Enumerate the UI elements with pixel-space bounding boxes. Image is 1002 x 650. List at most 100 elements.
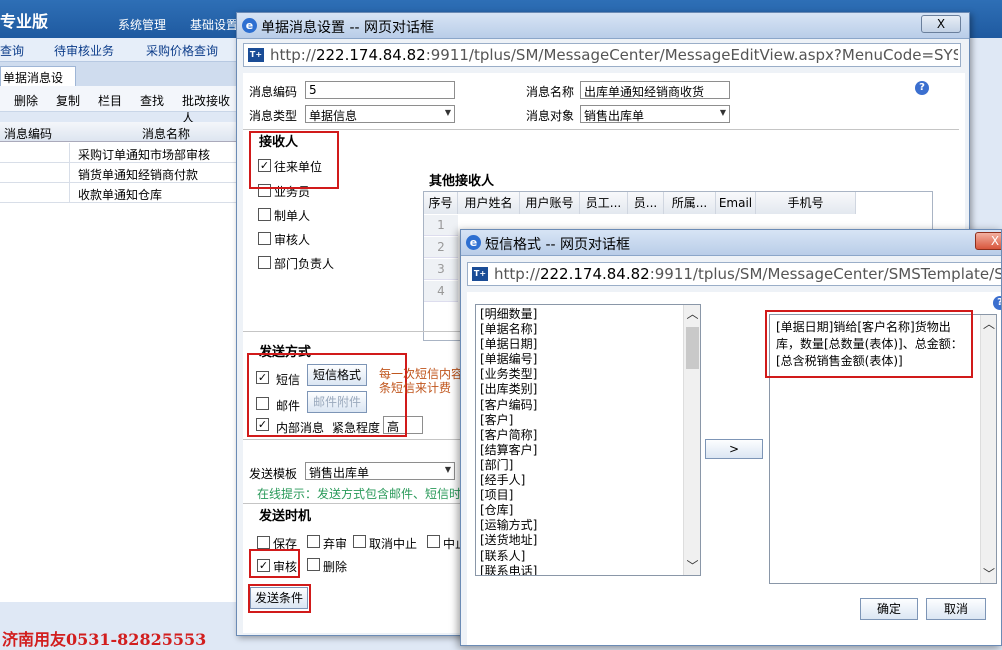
field-listbox[interactable]: [明细数量] [单据名称] [单据日期] [单据编号] [业务类型] [出库类别…: [475, 304, 701, 576]
list-item[interactable]: [单据编号]: [480, 352, 537, 367]
th-employee-2[interactable]: 员...: [628, 192, 664, 214]
th-user-name[interactable]: 用户姓名: [458, 192, 520, 214]
sms-warning-line2: 条短信来计费: [379, 381, 452, 395]
list-item[interactable]: [经手人]: [480, 473, 537, 488]
close-button[interactable]: X: [975, 232, 1001, 250]
receiver-auditor-label: 审核人: [274, 233, 311, 247]
list-item[interactable]: [部门]: [480, 458, 537, 473]
nav-bar: 查询 待审核业务 采购价格查询: [0, 38, 240, 62]
list-item[interactable]: [业务类型]: [480, 367, 537, 382]
dialog-titlebar: e 单据消息设置 -- 网页对话框 X: [237, 13, 969, 39]
list-item[interactable]: [送货地址]: [480, 533, 537, 548]
row-number: 1: [424, 215, 458, 236]
msg-type-select[interactable]: 单据信息: [305, 105, 455, 123]
template-label: 发送模板: [249, 467, 298, 481]
msg-name-field[interactable]: 出库单通知经销商收货: [580, 81, 730, 99]
list-item[interactable]: [客户简称]: [480, 428, 537, 443]
th-email[interactable]: Email: [716, 192, 756, 214]
list-item[interactable]: [联系电话]: [480, 564, 537, 575]
address-bar[interactable]: T+ http://222.174.84.82:9911/tplus/SM/Me…: [467, 262, 1002, 286]
col-msg-code[interactable]: 消息编码: [4, 125, 52, 142]
scroll-thumb[interactable]: [686, 327, 699, 369]
list-item[interactable]: [仓库]: [480, 503, 537, 518]
list-item[interactable]: [单据日期]: [480, 337, 537, 352]
menu-system[interactable]: 系统管理: [118, 16, 166, 33]
nav-pending-audit[interactable]: 待审核业务: [54, 42, 114, 59]
timing-delete-checkbox[interactable]: [307, 558, 320, 571]
list-scrollbar[interactable]: ︿ ﹀: [683, 305, 700, 575]
list-item[interactable]: [客户编码]: [480, 398, 537, 413]
add-field-button[interactable]: >: [705, 439, 763, 459]
field-list: [明细数量] [单据名称] [单据日期] [单据编号] [业务类型] [出库类别…: [480, 307, 537, 575]
batch-receiver-button[interactable]: 批改接收人: [182, 92, 240, 126]
dialog-titlebar: e 短信格式 -- 网页对话框 X: [461, 230, 1001, 256]
timing-delete-label: 删除: [323, 560, 348, 574]
list-item[interactable]: [客户]: [480, 413, 537, 428]
th-mobile[interactable]: 手机号: [756, 192, 856, 214]
msg-target-label: 消息对象: [526, 109, 575, 123]
online-tip: 在线提示：发送方式包含邮件、短信时: [257, 487, 462, 501]
receiver-creator-label: 制单人: [274, 209, 311, 223]
msg-code-field[interactable]: 5: [305, 81, 455, 99]
app-toolbar: 删除 复制 栏目 查找 批改接收人: [0, 86, 240, 125]
table-row[interactable]: 收款单通知仓库: [0, 183, 240, 203]
scroll-down-icon[interactable]: ﹀: [684, 557, 700, 575]
row-number: 4: [424, 281, 458, 302]
nav-purchase-price[interactable]: 采购价格查询: [146, 42, 218, 59]
ok-button[interactable]: 确定: [860, 598, 918, 620]
ie-icon: e: [242, 18, 257, 33]
table-row[interactable]: 采购订单通知市场部审核: [0, 143, 240, 163]
scroll-up-icon[interactable]: ︿: [684, 305, 700, 323]
menu-basic-settings[interactable]: 基础设置: [190, 16, 238, 33]
row-number: 3: [424, 259, 458, 280]
table-row[interactable]: 销货单通知经销商付款: [0, 163, 240, 183]
scroll-down-icon[interactable]: ﹀: [981, 565, 997, 583]
delete-button[interactable]: 删除: [14, 92, 38, 109]
th-belong[interactable]: 所属...: [664, 192, 716, 214]
col-msg-name[interactable]: 消息名称: [142, 125, 190, 142]
divider: [243, 129, 959, 130]
list-item[interactable]: [联系人]: [480, 549, 537, 564]
scroll-up-icon[interactable]: ︿: [981, 315, 997, 333]
send-time-title: 发送时机: [259, 509, 312, 524]
list-item[interactable]: [结算客户]: [480, 443, 537, 458]
row-number: 2: [424, 237, 458, 258]
th-seq[interactable]: 序号: [424, 192, 458, 214]
list-item[interactable]: [单据名称]: [480, 322, 537, 337]
find-button[interactable]: 查找: [140, 92, 164, 109]
help-icon[interactable]: ?: [993, 296, 1001, 310]
list-item[interactable]: [出库类别]: [480, 382, 537, 397]
timing-unaudit-label: 弃审: [323, 537, 348, 551]
tab-message-settings[interactable]: 单据消息设置: [0, 66, 76, 102]
nav-query[interactable]: 查询: [0, 42, 24, 59]
msg-type-label: 消息类型: [249, 109, 298, 123]
textarea-scrollbar[interactable]: ︿ ﹀: [980, 315, 996, 583]
address-text: http://222.174.84.82:9911/tplus/SM/Messa…: [494, 265, 1002, 283]
timing-cancel-stop-checkbox[interactable]: [353, 535, 366, 548]
close-button[interactable]: X: [921, 15, 961, 33]
cancel-button[interactable]: 取消: [926, 598, 986, 620]
receiver-dept-head-label: 部门负责人: [274, 257, 335, 271]
dialog-title: 短信格式 -- 网页对话框: [485, 237, 631, 253]
timing-stop-checkbox[interactable]: [427, 535, 440, 548]
dialog-content: [明细数量] [单据名称] [单据日期] [单据编号] [业务类型] [出库类别…: [467, 292, 1001, 645]
address-bar[interactable]: T+ http://222.174.84.82:9911/tplus/SM/Me…: [243, 43, 961, 67]
help-icon[interactable]: ?: [915, 81, 929, 95]
timing-save-checkbox[interactable]: [257, 536, 270, 549]
receiver-auditor-checkbox[interactable]: [258, 232, 271, 245]
msg-target-select[interactable]: 销售出库单: [580, 105, 730, 123]
th-employee[interactable]: 员工...: [580, 192, 628, 214]
list-item[interactable]: [运输方式]: [480, 518, 537, 533]
template-select[interactable]: 销售出库单: [305, 462, 455, 480]
list-item[interactable]: [明细数量]: [480, 307, 537, 322]
list-item[interactable]: [项目]: [480, 488, 537, 503]
highlight-send-condition: [248, 584, 311, 613]
ie-icon: e: [466, 235, 481, 250]
th-user-account[interactable]: 用户账号: [520, 192, 580, 214]
receiver-dept-head-checkbox[interactable]: [258, 256, 271, 269]
receiver-creator-checkbox[interactable]: [258, 208, 271, 221]
columns-button[interactable]: 栏目: [98, 92, 122, 109]
timing-unaudit-checkbox[interactable]: [307, 535, 320, 548]
timing-cancel-stop-label: 取消中止: [369, 537, 418, 551]
copy-button[interactable]: 复制: [56, 92, 80, 109]
